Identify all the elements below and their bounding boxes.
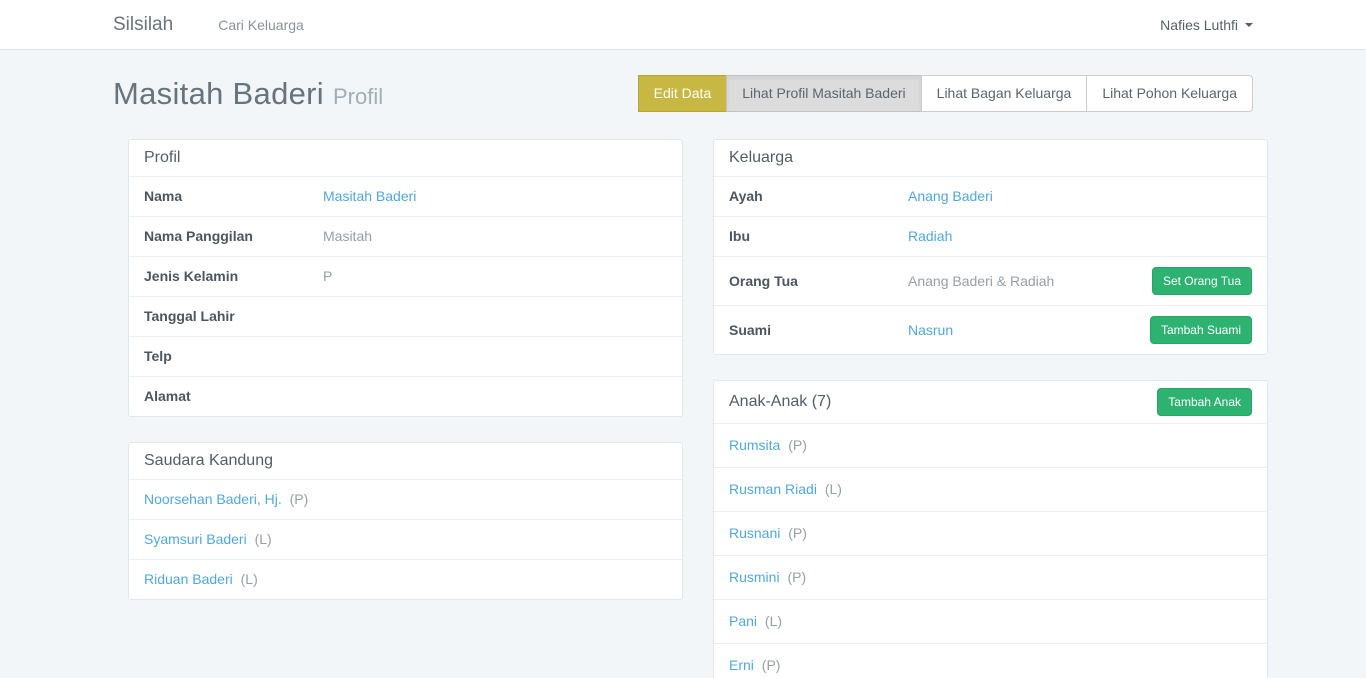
list-item: Noorsehan Baderi, Hj. (P): [129, 479, 682, 519]
table-row: Nama Masitah Baderi: [129, 176, 682, 216]
person-link[interactable]: Rusmini: [729, 569, 780, 585]
row-label: Alamat: [144, 387, 323, 406]
table-row: Orang Tua Anang Baderi & Radiah Set Oran…: [714, 256, 1267, 305]
row-label: Telp: [144, 347, 323, 366]
list-item: Pani (L): [714, 599, 1267, 643]
row-value: P: [323, 267, 332, 286]
navbar: Silsilah Cari Keluarga Nafies Luthfi: [0, 0, 1366, 50]
list-item: Riduan Baderi (L): [129, 559, 682, 599]
gender-label: (P): [787, 569, 806, 585]
table-row: Telp: [129, 336, 682, 376]
row-label: Nama Panggilan: [144, 227, 323, 246]
row-label: Jenis Kelamin: [144, 267, 323, 286]
list-item: Syamsuri Baderi (L): [129, 519, 682, 559]
row-label: Ibu: [729, 227, 908, 246]
profil-table: Nama Masitah Baderi Nama Panggilan Masit…: [129, 176, 682, 416]
row-value[interactable]: Masitah Baderi: [323, 187, 416, 206]
row-value[interactable]: Nasrun: [908, 321, 953, 340]
person-link[interactable]: Pani: [729, 613, 757, 629]
title-wrap: Masitah Baderi Profil: [113, 76, 383, 112]
right-column: Keluarga Ayah Anang Baderi Ibu: [698, 139, 1283, 678]
nav-link-cari-keluarga[interactable]: Cari Keluarga: [218, 17, 304, 33]
table-row: Jenis Kelamin P: [129, 256, 682, 296]
saudara-list: Noorsehan Baderi, Hj. (P) Syamsuri Bader…: [129, 479, 682, 599]
header-action-button[interactable]: Lihat Pohon Keluarga: [1086, 75, 1253, 112]
gender-label: (L): [241, 571, 258, 587]
gender-label: (L): [765, 613, 782, 629]
row-label: Tanggal Lahir: [144, 307, 323, 326]
table-row: Tanggal Lahir: [129, 296, 682, 336]
person-link[interactable]: Riduan Baderi: [144, 571, 233, 587]
list-item: Erni (P): [714, 643, 1267, 678]
row-value[interactable]: Radiah: [908, 227, 952, 246]
row-label: Suami: [729, 321, 908, 340]
saudara-kandung-panel: Saudara Kandung Noorsehan Baderi, Hj. (P…: [128, 442, 683, 600]
row-value: Anang Baderi & Radiah: [908, 272, 1054, 291]
row-label: Orang Tua: [729, 272, 908, 291]
page-subtitle: Profil: [333, 84, 383, 110]
header-action-button[interactable]: Lihat Profil Masitah Baderi: [726, 75, 921, 112]
gender-label: (P): [788, 437, 807, 453]
row-label: Ayah: [729, 187, 908, 206]
user-name: Nafies Luthfi: [1160, 17, 1238, 33]
table-row: Suami Nasrun Tambah Suami: [714, 305, 1267, 354]
caret-down-icon: [1245, 23, 1253, 27]
gender-label: (L): [255, 531, 272, 547]
saudara-panel-title: Saudara Kandung: [129, 443, 682, 479]
gender-label: (P): [788, 525, 807, 541]
gender-label: (P): [762, 657, 781, 673]
person-link[interactable]: Syamsuri Baderi: [144, 531, 247, 547]
keluarga-panel: Keluarga Ayah Anang Baderi Ibu: [713, 139, 1268, 355]
keluarga-panel-title: Keluarga: [714, 140, 1267, 176]
person-link[interactable]: Rusman Riadi: [729, 481, 817, 497]
row-value[interactable]: Anang Baderi: [908, 187, 993, 206]
table-row: Ibu Radiah: [714, 216, 1267, 256]
person-link[interactable]: Rusnani: [729, 525, 780, 541]
page-header: Masitah Baderi Profil Edit Data Lihat Pr…: [113, 75, 1253, 112]
header-action-button[interactable]: Lihat Bagan Keluarga: [921, 75, 1088, 112]
anak-list: Rumsita (P) Rusman Riadi (L) Rusnani (P): [714, 423, 1267, 678]
person-link[interactable]: Noorsehan Baderi, Hj.: [144, 491, 282, 507]
profil-panel-title: Profil: [129, 140, 682, 176]
table-row: Nama Panggilan Masitah: [129, 216, 682, 256]
person-link[interactable]: Erni: [729, 657, 754, 673]
profil-panel: Profil Nama Masitah Baderi Nama Panggila…: [128, 139, 683, 417]
anak-panel-title: Anak-Anak (7): [729, 392, 831, 412]
list-item: Rusmini (P): [714, 555, 1267, 599]
row-label: Nama: [144, 187, 323, 206]
gender-label: (P): [290, 491, 309, 507]
page-title: Masitah Baderi: [113, 76, 324, 112]
table-row: Ayah Anang Baderi: [714, 176, 1267, 216]
left-column: Profil Nama Masitah Baderi Nama Panggila…: [113, 139, 698, 625]
header-action-button[interactable]: Edit Data: [638, 75, 728, 112]
user-menu-dropdown[interactable]: Nafies Luthfi: [1160, 17, 1253, 33]
person-link[interactable]: Rumsita: [729, 437, 780, 453]
row-action-button[interactable]: Set Orang Tua: [1152, 267, 1252, 295]
list-item: Rumsita (P): [714, 423, 1267, 467]
list-item: Rusnani (P): [714, 511, 1267, 555]
profile-actions-group: Edit Data Lihat Profil Masitah Baderi Li…: [639, 75, 1253, 112]
list-item: Rusman Riadi (L): [714, 467, 1267, 511]
row-action-button[interactable]: Tambah Suami: [1150, 316, 1252, 344]
keluarga-table: Ayah Anang Baderi Ibu Radiah: [714, 176, 1267, 354]
row-value: Masitah: [323, 227, 372, 246]
table-row: Alamat: [129, 376, 682, 416]
gender-label: (L): [825, 481, 842, 497]
anak-anak-panel: Anak-Anak (7) Tambah Anak Rumsita (P) Ru…: [713, 380, 1268, 678]
brand-link[interactable]: Silsilah: [113, 14, 173, 36]
tambah-anak-button[interactable]: Tambah Anak: [1157, 388, 1252, 416]
